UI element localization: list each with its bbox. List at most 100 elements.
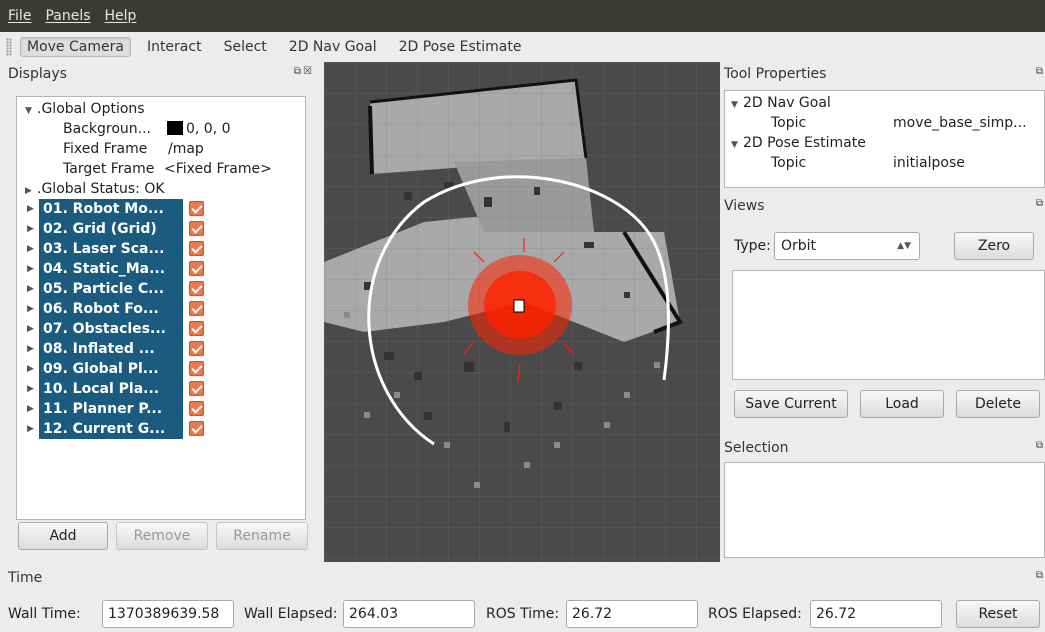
checked-icon[interactable] — [189, 261, 204, 276]
expand-right-icon[interactable]: ▶ — [27, 219, 34, 239]
delete-button[interactable]: Delete — [956, 390, 1040, 418]
global-options-label: .Global Options — [37, 101, 145, 117]
expand-right-icon[interactable]: ▶ — [27, 419, 34, 439]
dock-float-icon[interactable]: ⧉ — [1036, 570, 1045, 586]
tool-properties-title: Tool Properties — [724, 66, 827, 82]
checked-icon[interactable] — [189, 421, 204, 436]
nav-goal-topic-label: Topic — [771, 115, 807, 131]
display-item[interactable]: 12. Current G... — [39, 419, 183, 439]
time-title: Time — [8, 570, 43, 586]
pose-estimate-row[interactable]: ▼ 2D Pose Estimate — [731, 133, 866, 153]
nav-goal-topic-value[interactable]: move_base_simp... — [893, 113, 1027, 133]
selection-title: Selection — [724, 440, 789, 456]
save-current-button[interactable]: Save Current — [734, 390, 848, 418]
tool-2d-nav-goal[interactable]: 2D Nav Goal — [283, 38, 383, 56]
option-row[interactable]: Fixed Frame /map — [17, 139, 305, 159]
zero-button[interactable]: Zero — [954, 232, 1034, 260]
dock-float-close-icon[interactable]: ⧉☒ — [294, 66, 314, 82]
checked-icon[interactable] — [189, 301, 204, 316]
expand-right-icon[interactable]: ▶ — [25, 181, 37, 201]
selection-tree[interactable] — [724, 462, 1045, 558]
option-label: Target Frame — [63, 161, 155, 177]
expand-right-icon[interactable]: ▶ — [27, 239, 34, 259]
checked-icon[interactable] — [189, 401, 204, 416]
display-item[interactable]: 04. Static_Ma... — [39, 259, 183, 279]
wall-time-field[interactable]: 1370389639.58 — [102, 600, 234, 628]
expand-right-icon[interactable]: ▶ — [27, 359, 34, 379]
tool-move-camera[interactable]: Move Camera — [20, 37, 131, 57]
option-value[interactable]: /map — [168, 139, 204, 159]
menu-help[interactable]: Help — [105, 8, 137, 24]
wall-elapsed-field[interactable]: 264.03 — [343, 600, 475, 628]
pose-estimate-label: 2D Pose Estimate — [743, 135, 866, 151]
expand-right-icon[interactable]: ▶ — [27, 199, 34, 219]
add-button[interactable]: Add — [18, 522, 108, 550]
map-wall — [368, 105, 374, 175]
expand-down-icon[interactable]: ▼ — [25, 101, 37, 121]
display-item[interactable]: 08. Inflated ... — [39, 339, 183, 359]
expand-right-icon[interactable]: ▶ — [27, 339, 34, 359]
tool-properties-tree[interactable]: ▼ 2D Nav Goal Topic move_base_simp... ▼ 2D… — [724, 90, 1045, 188]
displays-tree[interactable]: ▼ .Global Options Backgroun... 0, 0, 0 Fi… — [16, 96, 306, 520]
expand-right-icon[interactable]: ▶ — [27, 299, 34, 319]
display-item[interactable]: 01. Robot Mo... — [39, 199, 183, 219]
display-item[interactable]: 10. Local Pla... — [39, 379, 183, 399]
menu-bar: File Panels Help — [0, 0, 1045, 32]
views-title: Views — [724, 198, 765, 214]
checked-icon[interactable] — [189, 201, 204, 216]
nav-goal-row[interactable]: ▼ 2D Nav Goal — [731, 93, 831, 113]
checked-icon[interactable] — [189, 361, 204, 376]
display-item[interactable]: 11. Planner P... — [39, 399, 183, 419]
view-type-select[interactable]: Orbit ▲▼ — [774, 232, 920, 260]
expand-down-icon[interactable]: ▼ — [731, 95, 743, 115]
map-render[interactable] — [324, 62, 720, 562]
display-item[interactable]: 06. Robot Fo... — [39, 299, 183, 319]
option-row[interactable]: Backgroun... 0, 0, 0 — [17, 119, 305, 139]
expand-right-icon[interactable]: ▶ — [27, 259, 34, 279]
wall-elapsed-label: Wall Elapsed: — [244, 606, 338, 622]
expand-right-icon[interactable]: ▶ — [27, 399, 34, 419]
display-item[interactable]: 03. Laser Sca... — [39, 239, 183, 259]
menu-file[interactable]: File — [8, 8, 31, 24]
display-item[interactable]: 02. Grid (Grid) — [39, 219, 183, 239]
checked-icon[interactable] — [189, 341, 204, 356]
display-item[interactable]: 05. Particle C... — [39, 279, 183, 299]
toolbar-grip-icon[interactable] — [6, 38, 12, 56]
menu-panels[interactable]: Panels — [45, 8, 90, 24]
expand-down-icon[interactable]: ▼ — [731, 135, 743, 155]
ros-time-field[interactable]: 26.72 — [566, 600, 698, 628]
checked-icon[interactable] — [189, 321, 204, 336]
tool-2d-pose-estimate[interactable]: 2D Pose Estimate — [393, 38, 528, 56]
expand-right-icon[interactable]: ▶ — [27, 319, 34, 339]
display-item[interactable]: 09. Global Pl... — [39, 359, 183, 379]
expand-right-icon[interactable]: ▶ — [27, 379, 34, 399]
checked-icon[interactable] — [189, 221, 204, 236]
dock-float-icon[interactable]: ⧉ — [1036, 440, 1045, 456]
dock-float-icon[interactable]: ⧉ — [1036, 66, 1045, 82]
display-item[interactable]: 07. Obstacles... — [39, 319, 183, 339]
expand-right-icon[interactable]: ▶ — [27, 279, 34, 299]
pose-topic-value[interactable]: initialpose — [893, 153, 965, 173]
color-swatch — [167, 121, 183, 135]
tool-select[interactable]: Select — [218, 38, 273, 56]
reset-button[interactable]: Reset — [956, 600, 1040, 628]
option-label: Backgroun... — [63, 121, 151, 137]
load-button[interactable]: Load — [860, 390, 944, 418]
checked-icon[interactable] — [189, 381, 204, 396]
option-row[interactable]: Target Frame <Fixed Frame> — [17, 159, 305, 179]
checked-icon[interactable] — [189, 241, 204, 256]
global-status-row[interactable]: ▶ .Global Status: OK — [25, 179, 165, 199]
time-panel: Time ⧉ Wall Time: 1370389639.58 Wall Ela… — [0, 564, 1045, 632]
option-value[interactable]: <Fixed Frame> — [164, 159, 272, 179]
saved-views-list[interactable] — [732, 270, 1045, 380]
dock-float-icon[interactable]: ⧉ — [1036, 198, 1045, 214]
render-viewport[interactable] — [324, 62, 720, 562]
background-color-value[interactable]: 0, 0, 0 — [167, 119, 231, 139]
checked-icon[interactable] — [189, 281, 204, 296]
remove-button[interactable]: Remove — [116, 522, 208, 550]
rename-button[interactable]: Rename — [216, 522, 308, 550]
tool-interact[interactable]: Interact — [141, 38, 208, 56]
displays-panel: Displays ⧉☒ ▼ .Global Options Backgroun..… — [0, 62, 320, 562]
ros-elapsed-field[interactable]: 26.72 — [810, 600, 942, 628]
global-options-row[interactable]: ▼ .Global Options — [25, 99, 145, 119]
